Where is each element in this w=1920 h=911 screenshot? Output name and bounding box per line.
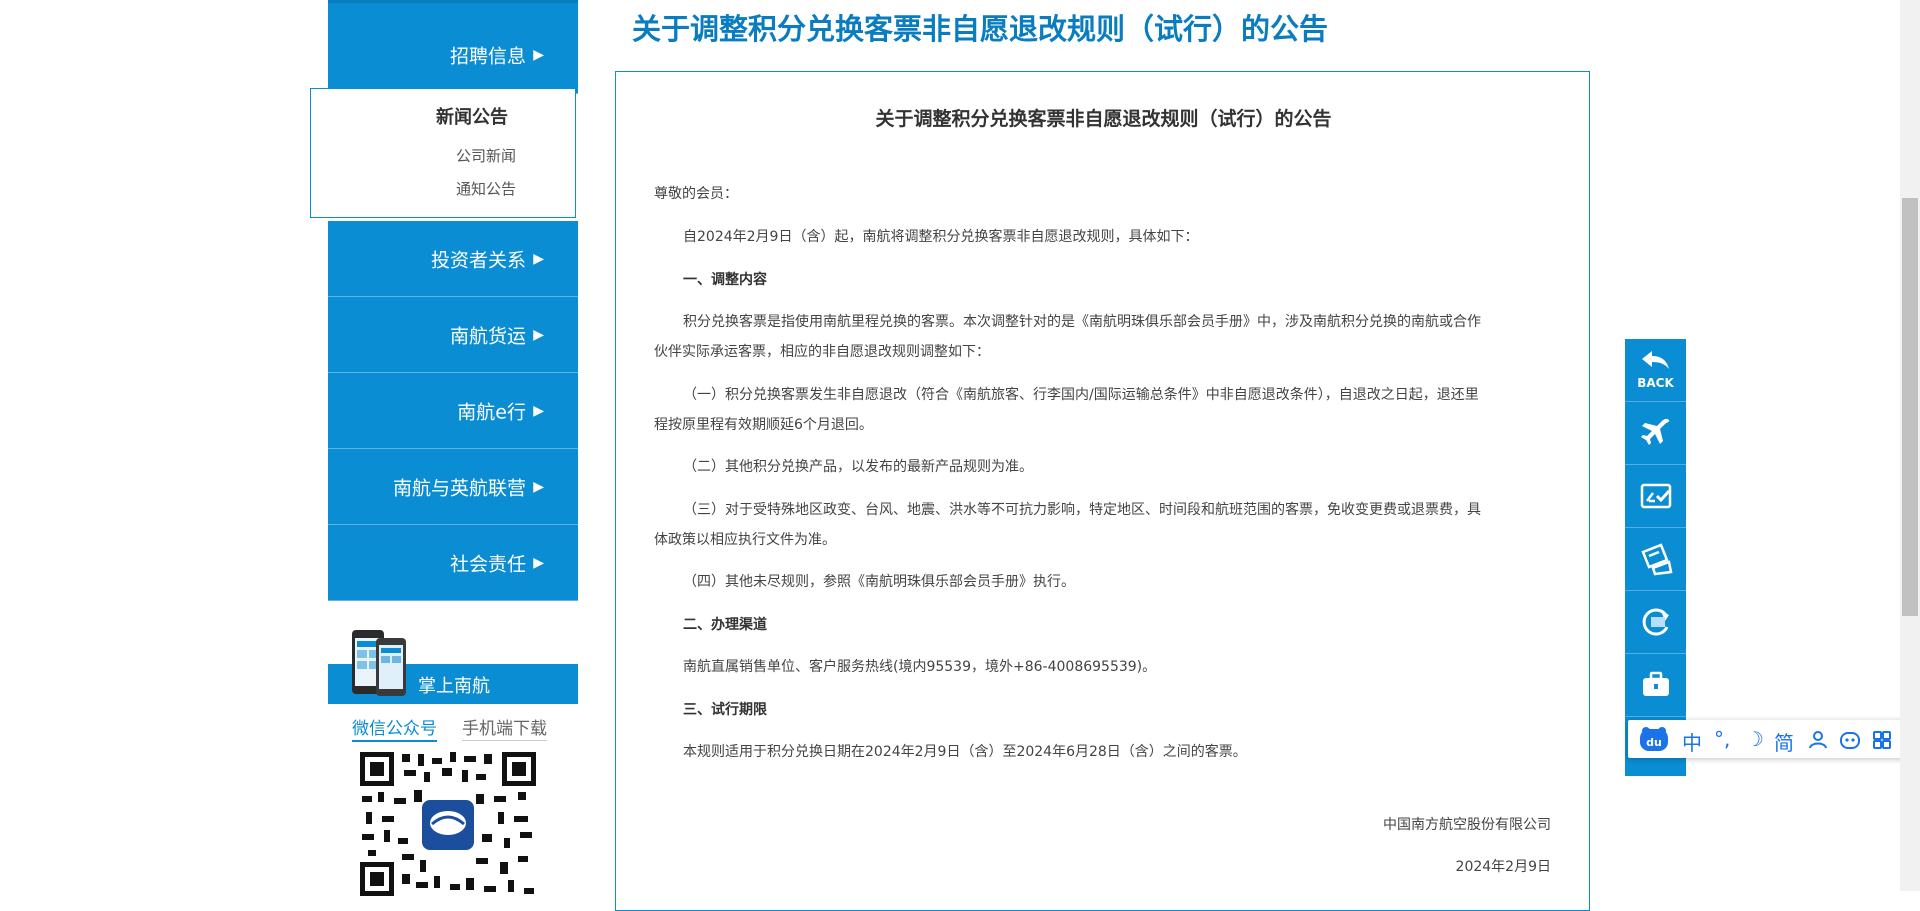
- back-label: BACK: [1637, 376, 1674, 390]
- back-button[interactable]: BACK: [1625, 339, 1686, 402]
- sidebar-item-label: 南航货运: [449, 325, 526, 347]
- svg-text:du: du: [1646, 736, 1662, 749]
- article-container: 关于调整积分兑换客票非自愿退改规则（试行）的公告 尊敬的会员： 自2024年2月…: [615, 71, 1590, 911]
- article-title: 关于调整积分兑换客票非自愿退改规则（试行）的公告: [875, 108, 1332, 130]
- section-heading-2: 二、办理渠道: [683, 617, 767, 633]
- section-heading-3: 三、试行期限: [683, 702, 767, 718]
- article-paragraph: 南航直属销售单位、客户服务热线(境内95539，境外+86-4008695539…: [683, 659, 1157, 675]
- ticket-button[interactable]: [1625, 528, 1686, 591]
- article-paragraph: 体政策以相应执行文件为准。: [654, 532, 836, 548]
- sidebar-item-social-responsibility[interactable]: 社会责任 ▶: [328, 525, 578, 601]
- sidebar-item-ba-joint-venture[interactable]: 南航与英航联营 ▶: [328, 449, 578, 525]
- sidebar-item-e-travel[interactable]: 南航e行 ▶: [328, 373, 578, 449]
- triangle-right-icon: ▶: [533, 47, 544, 63]
- triangle-right-icon: ▶: [533, 402, 544, 419]
- article-paragraph: （一）积分兑换客票发生非自愿退改（符合《南航旅客、行李国内/国际运输总条件》中非…: [683, 387, 1479, 403]
- airplane-icon: [1641, 418, 1670, 445]
- article-intro: 自2024年2月9日（含）起，南航将调整积分兑换客票非自愿退改规则，具体如下：: [683, 229, 1199, 245]
- page-title: 关于调整积分兑换客票非自愿退改规则（试行）的公告: [632, 12, 1329, 46]
- user-icon[interactable]: [1808, 730, 1828, 750]
- article-paragraph: 程按原里程有效期顺延6个月退回。: [654, 417, 873, 433]
- floating-toolbar: BACK TOP: [1625, 339, 1686, 776]
- sidebar-nav-list: 投资者关系 ▶ 南航货运 ▶ 南航e行 ▶ 南航与英航联营 ▶ 社会责任 ▶: [328, 221, 578, 601]
- triangle-right-icon: ▶: [533, 478, 544, 495]
- news-announcement-panel: 新闻公告 公司新闻 通知公告: [310, 88, 576, 218]
- sidebar-item-investor-relations[interactable]: 投资者关系 ▶: [328, 221, 578, 297]
- emoji-icon[interactable]: [1840, 730, 1860, 750]
- article-paragraph: 本规则适用于积分兑换日期在2024年2月9日（含）至2024年6月28日（含）之…: [683, 744, 1247, 760]
- triangle-right-icon: ▶: [533, 250, 544, 267]
- ime-simplified[interactable]: 简: [1774, 727, 1794, 756]
- baidu-paw-icon[interactable]: du: [1640, 727, 1668, 751]
- left-sidebar: 招聘信息 ▶ 新闻公告 公司新闻 通知公告 投资者关系 ▶ 南航货运 ▶ 南航e…: [310, 0, 578, 601]
- refund-button[interactable]: [1625, 591, 1686, 654]
- refresh-icon: [1642, 608, 1669, 636]
- sidebar-item-label: 投资者关系: [430, 249, 526, 271]
- mobile-app-panel: 掌上南航 微信公众号 手机端下载: [328, 620, 578, 904]
- article-paragraph: 伙伴实际承运客票，相应的非自愿退改规则调整如下：: [654, 344, 990, 360]
- flight-booking-button[interactable]: [1625, 402, 1686, 465]
- baggage-button[interactable]: [1625, 654, 1686, 717]
- back-arrow-icon: [1642, 351, 1669, 369]
- scrollbar-thumb[interactable]: [1902, 198, 1918, 616]
- sidebar-item-label: 招聘信息: [449, 45, 526, 68]
- ime-chinese-mode[interactable]: 中: [1682, 727, 1702, 756]
- sidebar-item-label: 南航与英航联营: [392, 477, 526, 499]
- tab-wechat[interactable]: 微信公众号: [352, 714, 437, 742]
- article-signature-company: 中国南方航空股份有限公司: [1383, 817, 1551, 833]
- sidebar-item-cargo[interactable]: 南航货运 ▶: [328, 297, 578, 373]
- grid-menu-icon[interactable]: [1872, 730, 1892, 750]
- article-paragraph: （四）其他未尽规则，参照《南航明珠俱乐部会员手册》执行。: [683, 574, 1075, 590]
- article-paragraph: （三）对于受特殊地区政变、台风、地震、洪水等不可抗力影响，特定地区、时间段和航班…: [683, 502, 1481, 518]
- section-heading-1: 一、调整内容: [683, 272, 767, 288]
- sidebar-item-label: 社会责任: [449, 553, 526, 575]
- article-paragraph: 积分兑换客票是指使用南航里程兑换的客票。本次调整针对的是《南航明珠俱乐部会员手册…: [683, 314, 1481, 330]
- sidebar-subitem-notices[interactable]: 通知公告: [456, 178, 516, 199]
- ticket-icon: [1641, 543, 1673, 576]
- moon-icon[interactable]: ☽: [1746, 727, 1764, 751]
- qr-code-image: [358, 750, 538, 900]
- triangle-right-icon: ▶: [533, 554, 544, 571]
- checkin-icon: [1640, 483, 1672, 509]
- checkin-button[interactable]: [1625, 465, 1686, 528]
- sidebar-subitem-company-news[interactable]: 公司新闻: [456, 145, 516, 166]
- article-signature-date: 2024年2月9日: [1455, 859, 1551, 875]
- briefcase-icon: [1643, 671, 1669, 696]
- mobile-panel-title: 掌上南航: [418, 676, 490, 697]
- page-scrollbar[interactable]: [1900, 0, 1920, 891]
- ime-punctuation[interactable]: °,: [1714, 727, 1730, 751]
- article-paragraph: （二）其他积分兑换产品，以发布的最新产品规则为准。: [683, 459, 1033, 475]
- ime-toolbar: du 中 °, ☽ 简: [1628, 720, 1910, 758]
- triangle-right-icon: ▶: [533, 326, 544, 343]
- tab-app-download[interactable]: 手机端下载: [462, 714, 547, 741]
- article-greeting: 尊敬的会员：: [654, 186, 738, 202]
- sidebar-item-recruitment[interactable]: 招聘信息 ▶: [328, 0, 578, 94]
- smartphone-icon: [352, 630, 406, 696]
- sidebar-item-news[interactable]: 新闻公告: [436, 103, 508, 129]
- sidebar-item-label: 南航e行: [457, 401, 526, 423]
